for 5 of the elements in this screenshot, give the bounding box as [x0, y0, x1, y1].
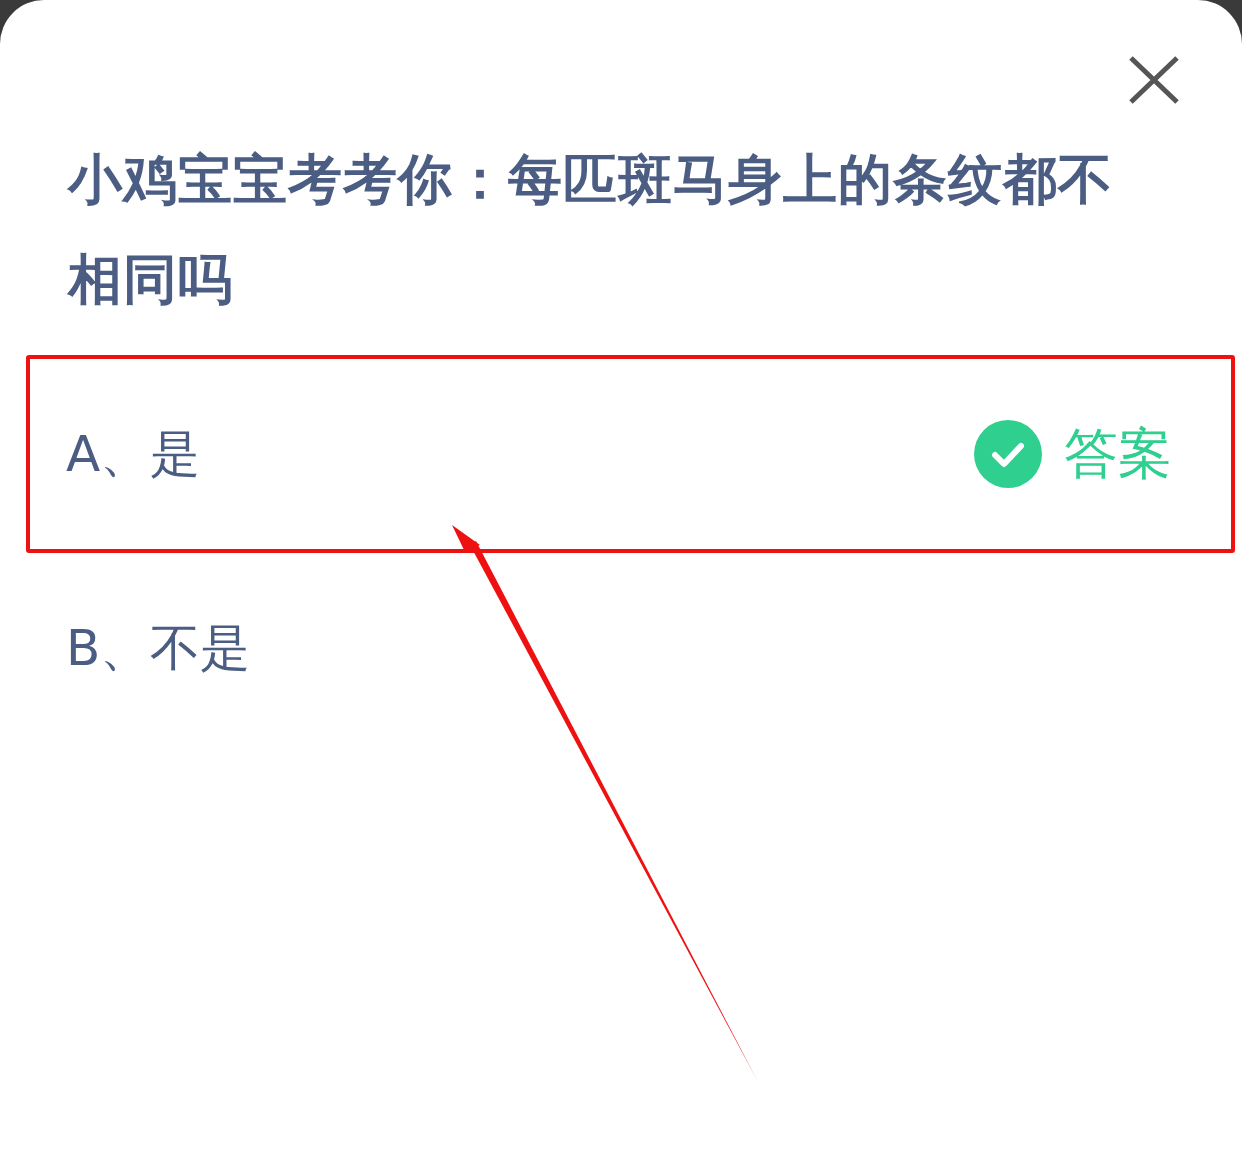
question-title: 小鸡宝宝考考你：每匹斑马身上的条纹都不相同吗: [68, 147, 1114, 313]
close-icon[interactable]: [1128, 55, 1180, 105]
option-text[interactable]: A、是: [66, 420, 974, 488]
answer-label: 答案: [1064, 420, 1172, 487]
option-text[interactable]: B、不是: [66, 614, 1172, 682]
